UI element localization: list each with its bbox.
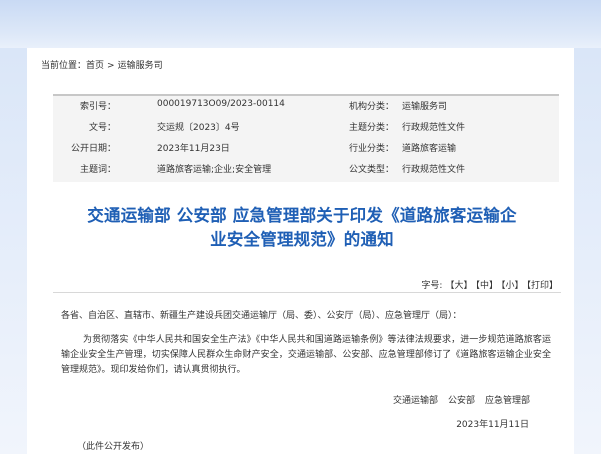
keywords-label: 主题词：	[79, 165, 116, 175]
article-page: 当前位置：首页 > 运输服务司 索引号： 000019713O09/2023-001…	[27, 48, 574, 454]
print-button[interactable]: 【打印】	[526, 281, 558, 291]
publication-note: （此件公开发布）	[77, 442, 150, 452]
meta-row: 主题词： 道路旅客运输;企业;安全管理 公文类型： 行政规范性文件	[53, 162, 559, 183]
signer: 应急管理部	[484, 396, 530, 406]
doctype-value: 行政规范性文件	[402, 165, 466, 175]
header-banner	[0, 0, 601, 48]
meta-row: 公开日期： 2023年11月23日 行业分类： 道路旅客运输	[53, 141, 559, 162]
title-line: 交通运输部 公安部 应急管理部关于印发《道路旅客运输企	[87, 206, 517, 225]
font-medium-button[interactable]: 【中】	[475, 281, 498, 291]
body-paragraph: 为贯彻落实《中华人民共和国安全生产法》《中华人民共和国道路运输条例》等法律法规要…	[61, 335, 551, 375]
breadcrumb-prefix: 当前位置：	[41, 61, 87, 71]
signer: 交通运输部	[392, 396, 438, 406]
pubdate-label: 公开日期：	[70, 144, 116, 154]
signing-agencies: 交通运输部 公安部 应急管理部	[383, 393, 530, 406]
breadcrumb: 当前位置：首页 > 运输服务司	[41, 58, 163, 71]
page-margin-left	[0, 48, 27, 454]
signing-date: 2023年11月11日	[456, 420, 529, 430]
font-small-button[interactable]: 【小】	[501, 281, 524, 291]
keywords-value: 道路旅客运输;企业;安全管理	[157, 165, 272, 175]
meta-row: 文号： 交运规〔2023〕4号 主题分类： 行政规范性文件	[53, 120, 559, 141]
meta-row: 索引号： 000019713O09/2023-00114 机构分类： 运输服务司	[53, 99, 559, 120]
industry-label: 行业分类：	[348, 144, 394, 154]
docno-value: 交运规〔2023〕4号	[157, 123, 240, 133]
breadcrumb-section-link[interactable]: 运输服务司	[118, 61, 163, 71]
industry-value: 道路旅客运输	[402, 144, 457, 154]
pubdate-value: 2023年11月23日	[157, 144, 230, 154]
document-metadata-table: 索引号： 000019713O09/2023-00114 机构分类： 运输服务司…	[53, 94, 559, 182]
page-margin-right	[574, 48, 601, 454]
font-size-label: 字号:	[421, 281, 443, 291]
signer: 公安部	[447, 396, 475, 406]
index-label: 索引号：	[79, 102, 116, 112]
docno-label: 文号：	[88, 123, 116, 133]
font-large-button[interactable]: 【大】	[445, 281, 472, 291]
salutation: 各省、自治区、直辖市、新疆生产建设兵团交通运输厅（局、委）、公安厅（局）、应急管…	[61, 311, 462, 321]
font-size-controls: 字号: 【大】 【中】 【小】 【打印】	[418, 278, 558, 291]
topic-value: 行政规范性文件	[402, 123, 466, 133]
content-divider	[53, 292, 561, 293]
breadcrumb-home-link[interactable]: 首页	[86, 61, 104, 71]
breadcrumb-separator: >	[107, 61, 115, 71]
document-title: 交通运输部 公安部 应急管理部关于印发《道路旅客运输企 业安全管理规范》的通知	[57, 204, 547, 252]
title-line: 业安全管理规范》的通知	[210, 230, 394, 249]
org-label: 机构分类：	[348, 102, 394, 112]
topic-label: 主题分类：	[348, 123, 394, 133]
doctype-label: 公文类型：	[348, 165, 394, 175]
org-value: 运输服务司	[402, 102, 448, 112]
index-value: 000019713O09/2023-00114	[157, 99, 285, 109]
